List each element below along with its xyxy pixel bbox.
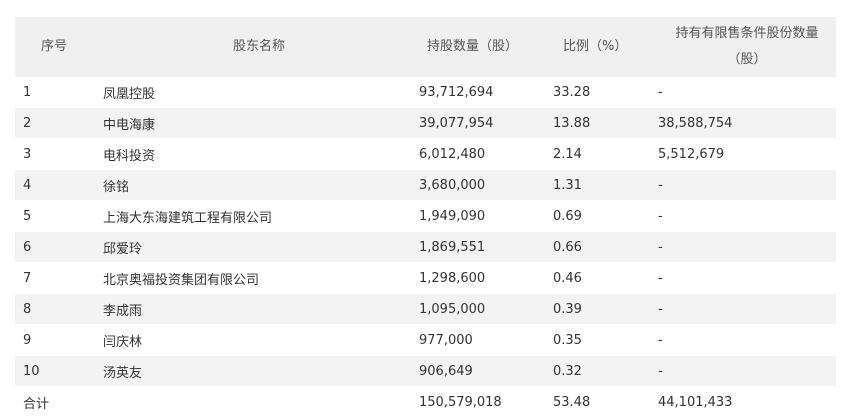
cell-name: 李成雨 [95,293,409,325]
cell-shares: 1,298,600 [409,262,549,294]
table-row: 5 上海大东海建筑工程有限公司 1,949,090 0.69- [15,200,836,232]
cell-name: 电科投资 [95,138,409,170]
cell-ratio: 13.88 [549,107,654,139]
table-body: 1 凤凰控股 93,712,694 33.28-2 中电海康 39,077,954 13.8… [15,77,836,419]
cell-shares: 906,649 [409,355,549,387]
cell-index: 1 [15,77,95,108]
table-row: 9 闫庆林 977,000 0.35- [15,324,836,356]
total-shares: 150,579,018 [409,386,549,419]
table-header: 序号 股东名称 持股数量（股） 比例（%） 持有有限售条件股份数量 （股） [15,17,836,77]
cell-ratio: 0.39 [549,293,654,325]
cell-name: 上海大东海建筑工程有限公司 [95,200,409,232]
cell-restricted: - [654,231,836,263]
table-row: 2 中电海康 39,077,954 13.88 38,588,754 [15,107,836,139]
cell-shares: 1,869,551 [409,231,549,263]
cell-restricted: 38,588,754 [654,107,836,139]
cell-restricted: - [654,77,836,108]
shareholder-table: 序号 股东名称 持股数量（股） 比例（%） 持有有限售条件股份数量 （股） 1凤… [15,17,836,419]
cell-name: 中电海康 [95,107,409,139]
cell-shares: 6,012,480 [409,138,549,170]
cell-ratio: 33.28 [549,77,654,108]
cell-ratio: 0.35 [549,324,654,356]
cell-ratio: 0.69 [549,200,654,232]
table-row: 6 邱爱玲 1,869,551 0.66- [15,231,836,263]
cell-ratio: 0.66 [549,231,654,263]
table-row: 7 北京奥福投资集团有限公司 1,298,600 0.46- [15,262,836,294]
cell-index: 2 [15,107,95,139]
cell-restricted: - [654,262,836,294]
table-row: 10 汤英友 906,649 0.32- [15,355,836,387]
cell-index: 6 [15,231,95,263]
header-index: 序号 [15,17,95,77]
header-restricted-line2: （股） [727,52,767,67]
cell-restricted: - [654,355,836,387]
cell-index: 10 [15,355,95,387]
shareholder-table-container: 序号 股东名称 持股数量（股） 比例（%） 持有有限售条件股份数量 （股） 1凤… [15,17,836,419]
cell-index: 5 [15,200,95,232]
cell-name: 凤凰控股 [95,77,409,108]
total-name [95,386,409,419]
header-shares: 持股数量（股） [409,17,549,77]
cell-index: 4 [15,169,95,201]
cell-shares: 977,000 [409,324,549,356]
cell-ratio: 1.31 [549,169,654,201]
cell-index: 3 [15,138,95,170]
table-row: 8 李成雨 1,095,000 0.39- [15,293,836,325]
cell-ratio: 0.46 [549,262,654,294]
header-restricted-line1: 持有有限售条件股份数量 [675,26,819,41]
cell-index: 8 [15,293,95,325]
cell-restricted: 5,512,679 [654,138,836,170]
cell-restricted: - [654,324,836,356]
total-row: 合计 150,579,018 53.48 44,101,433 [15,386,836,419]
cell-shares: 1,095,000 [409,293,549,325]
total-ratio: 53.48 [549,386,654,419]
header-ratio: 比例（%） [549,17,654,77]
cell-name: 汤英友 [95,355,409,387]
cell-index: 7 [15,262,95,294]
cell-restricted: - [654,169,836,201]
cell-shares: 3,680,000 [409,169,549,201]
cell-name: 徐铭 [95,169,409,201]
cell-name: 邱爱玲 [95,231,409,263]
cell-restricted: - [654,200,836,232]
cell-ratio: 0.32 [549,355,654,387]
total-restricted: 44,101,433 [654,386,836,419]
table-row: 1 凤凰控股 93,712,694 33.28- [15,77,836,108]
header-restricted: 持有有限售条件股份数量 （股） [654,17,836,77]
total-label: 合计 [15,386,95,419]
cell-shares: 39,077,954 [409,107,549,139]
cell-shares: 1,949,090 [409,200,549,232]
cell-restricted: - [654,293,836,325]
cell-name: 闫庆林 [95,324,409,356]
cell-ratio: 2.14 [549,138,654,170]
cell-name: 北京奥福投资集团有限公司 [95,262,409,294]
header-row: 序号 股东名称 持股数量（股） 比例（%） 持有有限售条件股份数量 （股） [15,17,836,77]
cell-shares: 93,712,694 [409,77,549,108]
table-row: 3 电科投资 6,012,480 2.14 5,512,679 [15,138,836,170]
header-name: 股东名称 [95,17,409,77]
table-row: 4 徐铭 3,680,000 1.31- [15,169,836,201]
cell-index: 9 [15,324,95,356]
